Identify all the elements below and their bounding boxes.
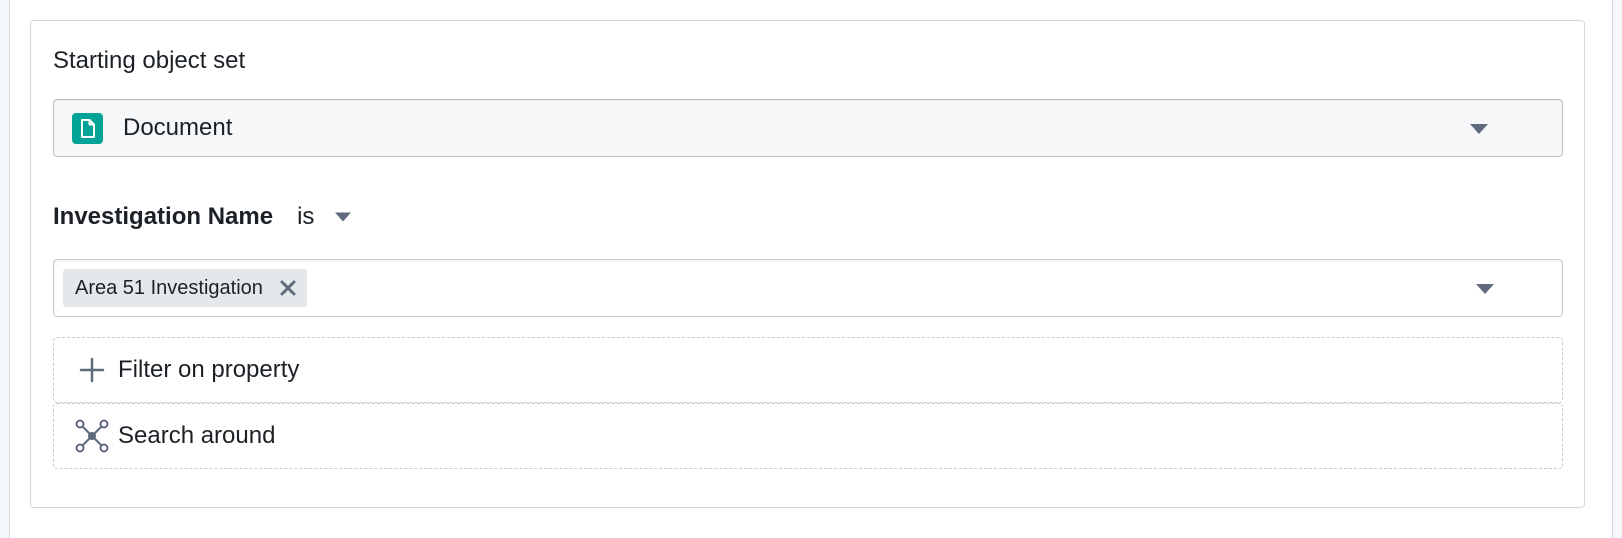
document-icon [72,113,103,144]
remove-tag-button[interactable] [279,279,297,297]
value-tag: Area 51 Investigation [63,269,307,307]
graph-nodes-icon [74,418,110,454]
chevron-down-icon [335,212,352,222]
filter-on-property-label: Filter on property [118,356,300,383]
filter-on-property-button[interactable]: Filter on property [53,337,1563,403]
object-type-select[interactable]: Document [53,99,1563,157]
filter-row: Investigation Name is [53,199,352,235]
filter-property-name: Investigation Name [53,203,274,230]
operator-select[interactable]: is [297,201,352,233]
object-set-card: Starting object set Document Investigati… [30,20,1585,508]
search-around-label: Search around [118,422,276,449]
plus-icon [74,352,110,388]
section-title: Starting object set [53,47,246,74]
chevron-down-icon [1470,124,1488,134]
close-icon [280,280,296,296]
operator-label: is [297,203,315,230]
value-tag-label: Area 51 Investigation [75,277,263,299]
chevron-down-icon[interactable] [1475,282,1495,296]
object-type-label: Document [123,114,233,141]
search-around-button[interactable]: Search around [53,403,1563,469]
filter-value-input[interactable]: Area 51 Investigation [53,259,1563,317]
